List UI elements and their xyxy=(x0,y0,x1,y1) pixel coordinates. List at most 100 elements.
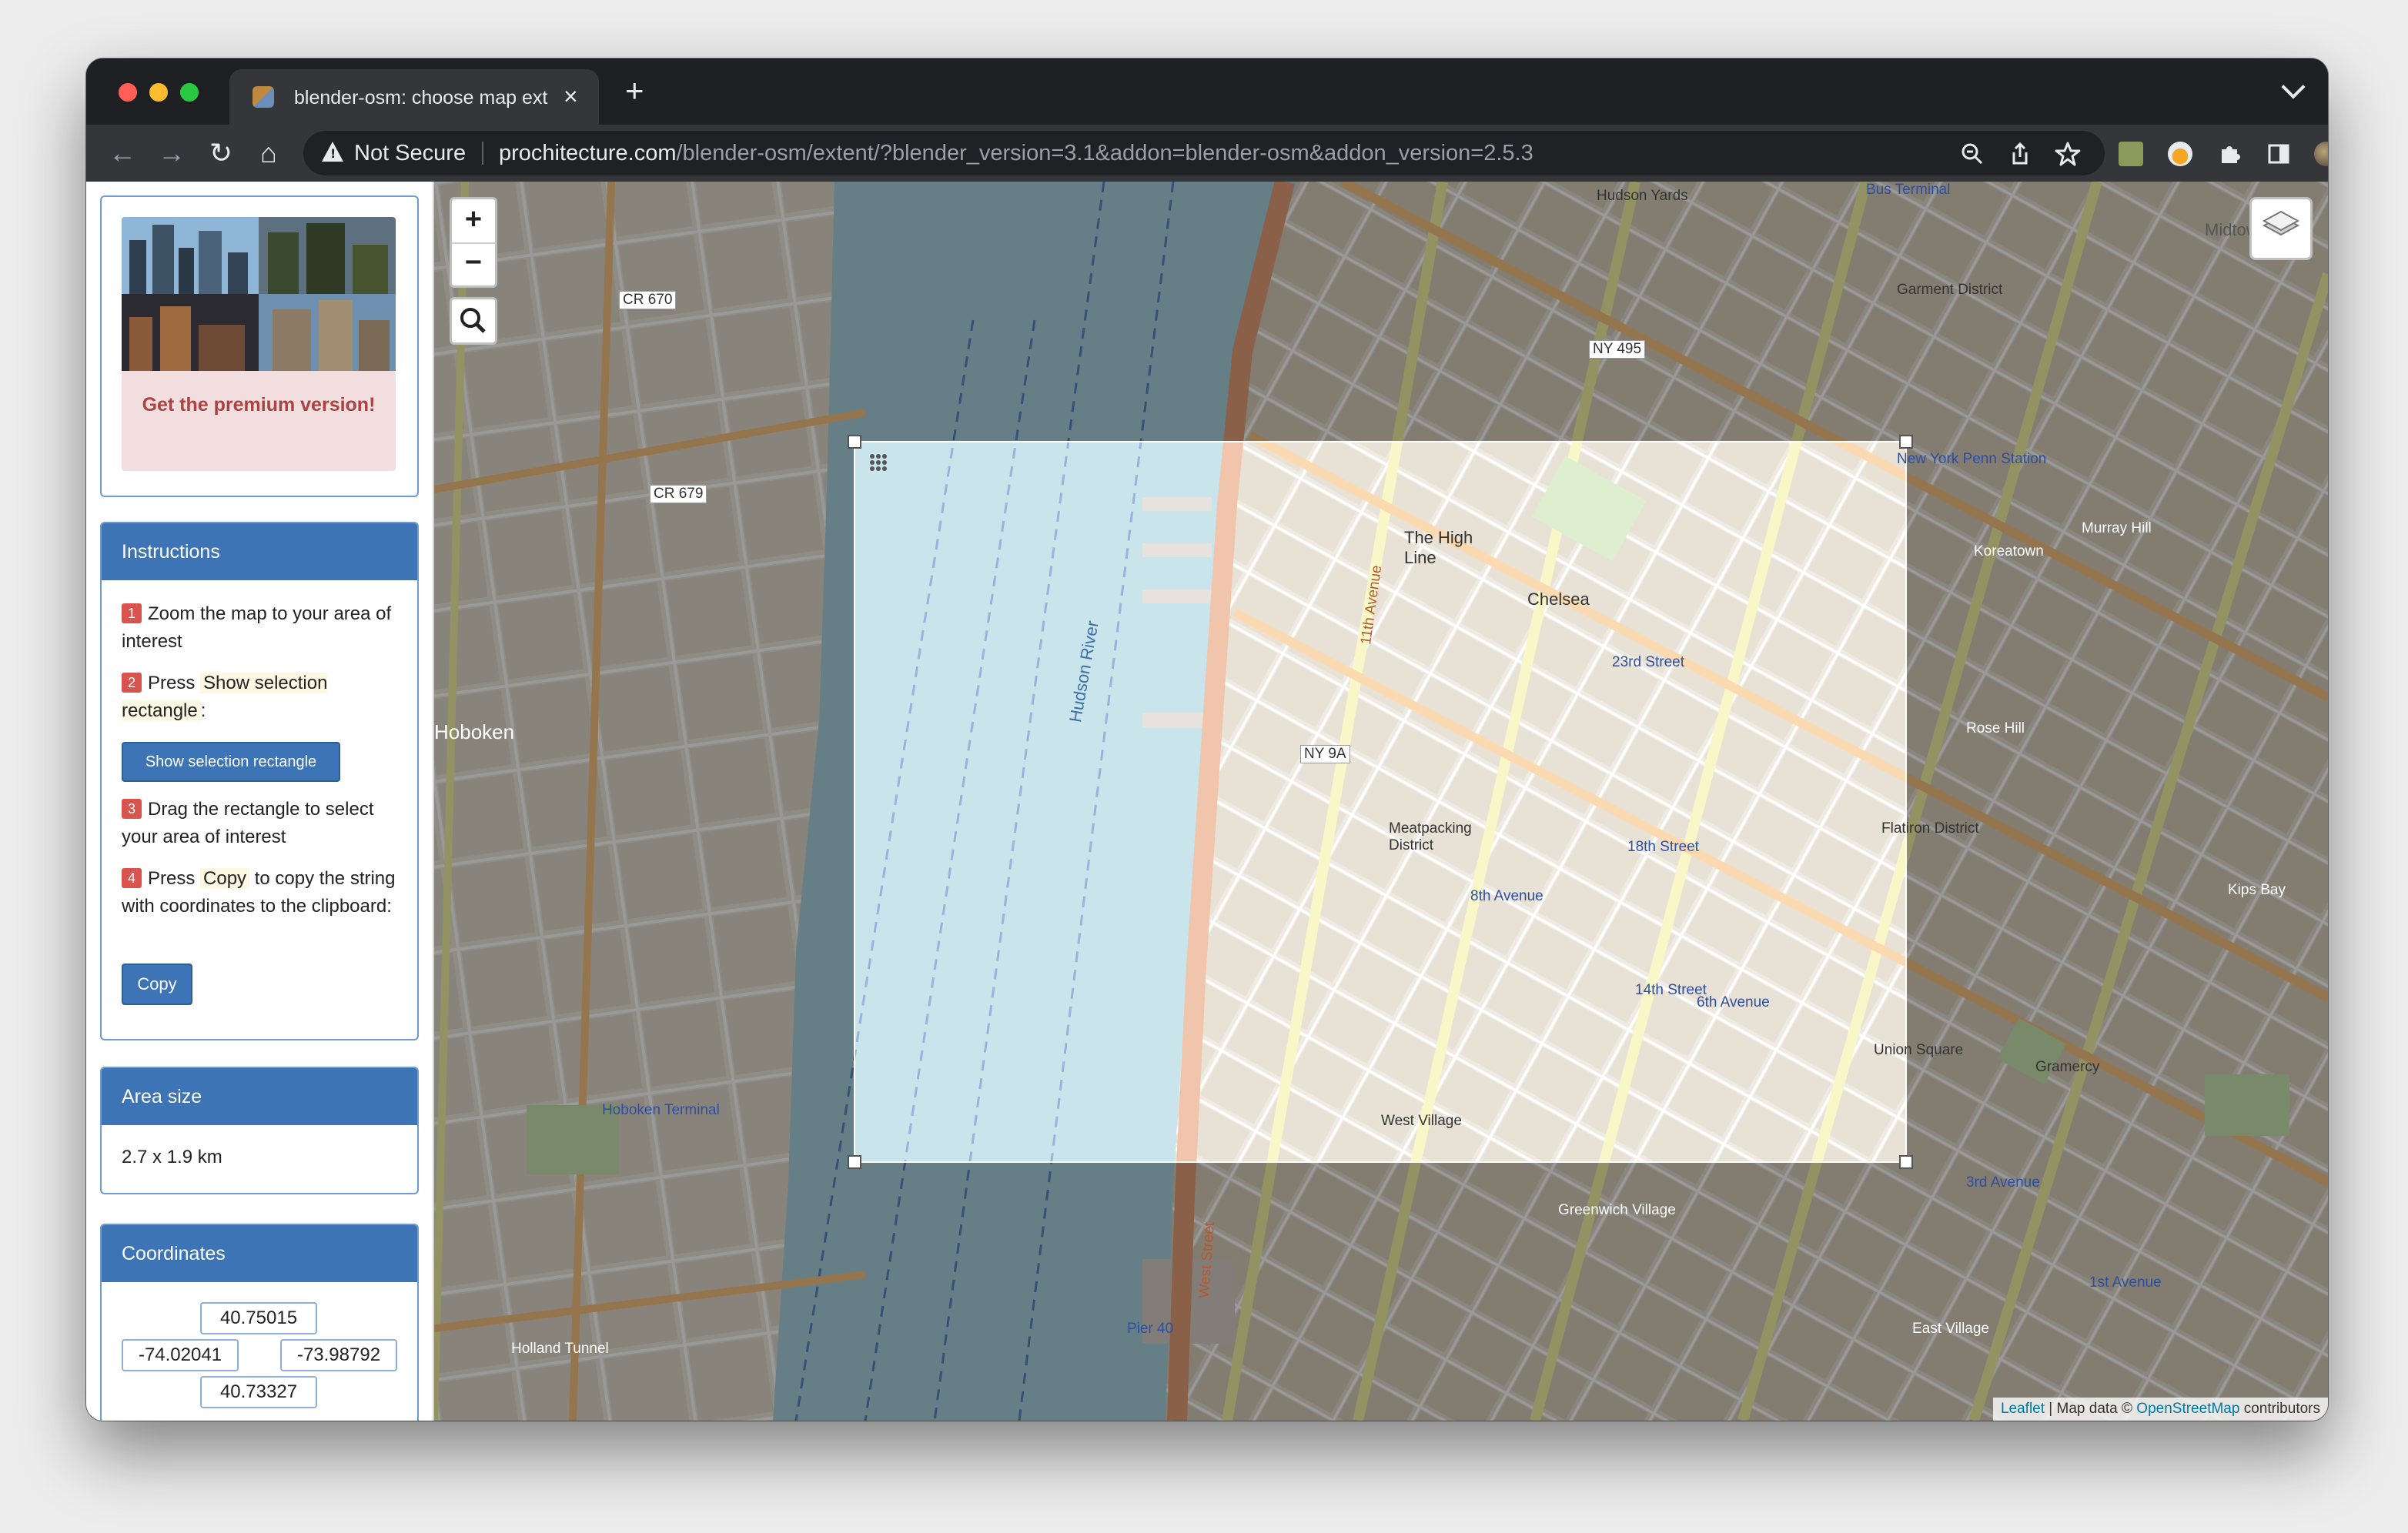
copy-button[interactable]: Copy xyxy=(122,964,192,1005)
attribution-suffix: contributors xyxy=(2243,1401,2320,1417)
map-label: Garment District xyxy=(1897,282,2003,298)
step-2: 2 Press Show selection rectangle: xyxy=(122,670,406,725)
map-label: Pier 40 xyxy=(1127,1321,1174,1337)
map-label: Kips Bay xyxy=(2228,882,2286,898)
area-size-header: Area size xyxy=(102,1068,417,1125)
search-icon xyxy=(460,308,486,333)
map-label: NY 495 xyxy=(1589,340,1646,359)
close-tab-icon[interactable]: × xyxy=(564,84,578,109)
bookmark-star-icon[interactable] xyxy=(2054,140,2082,168)
map-label: Holland Tunnel xyxy=(511,1341,609,1357)
area-size-value: 2.7 x 1.9 km xyxy=(122,1147,222,1167)
reload-icon[interactable]: ↻ xyxy=(202,134,240,172)
map-attribution: Leaflet | Map data © OpenStreetMap contr… xyxy=(1992,1398,2328,1421)
profile-avatar[interactable] xyxy=(2314,142,2328,166)
premium-promo-text: Get the premium version! xyxy=(142,394,376,416)
tab-strip: blender-osm: choose map extent × + xyxy=(86,58,2328,125)
attribution-text: | Map data © xyxy=(2048,1401,2133,1417)
map-label: Greenwich Village xyxy=(1558,1202,1676,1218)
url-host: prochitecture.com xyxy=(499,141,677,165)
maximize-window-button[interactable] xyxy=(180,83,199,102)
selection-rectangle[interactable] xyxy=(848,435,1913,1169)
map-label: New York Penn Station xyxy=(1897,451,2047,467)
extension-drop-icon[interactable] xyxy=(2168,142,2192,166)
step-number-badge: 4 xyxy=(122,868,142,888)
resize-handle-nw[interactable] xyxy=(848,435,861,449)
url-path: /blender-osm/extent/?blender_version=3.1… xyxy=(676,141,1533,165)
forward-arrow-icon[interactable]: → xyxy=(152,134,191,172)
browser-tab[interactable]: blender-osm: choose map extent × xyxy=(229,69,599,125)
move-grip-icon[interactable] xyxy=(868,453,888,473)
step-2-suffix: : xyxy=(200,700,206,721)
tab-search-chevron-icon[interactable] xyxy=(2281,75,2306,99)
instructions-panel: Instructions 1 Zoom the map to your area … xyxy=(100,522,419,1040)
warning-icon xyxy=(322,142,343,162)
step-1: 1 Zoom the map to your area of interest xyxy=(122,600,406,656)
page-content: Get the premium version! Instructions 1Z… xyxy=(86,182,2328,1421)
leaflet-link[interactable]: Leaflet xyxy=(2001,1401,2045,1417)
area-size-panel: Area size 2.7 x 1.9 km xyxy=(100,1067,419,1194)
map-label: Hoboken Terminal xyxy=(602,1102,720,1118)
map-label: Bus Terminal xyxy=(1866,182,1951,198)
favicon-icon xyxy=(253,86,274,108)
security-label: Not Secure xyxy=(354,141,467,165)
map[interactable]: Hudson Yards Bus Terminal Garment Distri… xyxy=(434,182,2328,1421)
layers-icon xyxy=(2262,210,2300,236)
promo-panel: Get the premium version! xyxy=(100,195,419,497)
zoom-in-button[interactable]: + xyxy=(452,199,495,244)
north-latitude-field[interactable]: 40.75015 xyxy=(200,1302,317,1334)
minimize-window-button[interactable] xyxy=(149,83,168,102)
layers-button[interactable] xyxy=(2249,197,2313,260)
step-4: 4 Press Copy to copy the string with coor… xyxy=(122,865,406,920)
extensions-puzzle-icon[interactable] xyxy=(2217,142,2242,166)
map-label: Rose Hill xyxy=(1966,720,2025,736)
sidebar: Get the premium version! Instructions 1Z… xyxy=(86,182,434,1421)
side-panel-icon[interactable] xyxy=(2266,142,2291,166)
promo-image-grid xyxy=(122,217,396,371)
home-icon[interactable]: ⌂ xyxy=(249,134,288,172)
zoom-control: + − xyxy=(450,197,497,288)
show-selection-rectangle-button[interactable]: Show selection rectangle xyxy=(122,742,340,782)
back-arrow-icon[interactable]: ← xyxy=(103,134,142,172)
share-icon[interactable] xyxy=(2006,140,2034,168)
west-longitude-field[interactable]: -74.02041 xyxy=(122,1339,239,1371)
coordinates-panel: Coordinates 40.75015 -74.02041 -73.98792… xyxy=(100,1224,419,1421)
step-3: 3 Drag the rectangle to select your area … xyxy=(122,796,406,851)
step-4-text: Press xyxy=(148,868,196,889)
openstreetmap-link[interactable]: OpenStreetMap xyxy=(2136,1401,2239,1417)
map-label: CR 670 xyxy=(619,291,677,309)
east-longitude-field[interactable]: -73.98792 xyxy=(280,1339,397,1371)
tab-title: blender-osm: choose map extent xyxy=(294,87,548,109)
step-number-badge: 3 xyxy=(122,799,142,819)
resize-handle-sw[interactable] xyxy=(848,1155,861,1169)
new-tab-button[interactable]: + xyxy=(625,75,644,107)
address-bar[interactable]: Not Secure prochitecture.com/blender-osm… xyxy=(303,131,2105,175)
step-number-badge: 1 xyxy=(122,603,142,623)
resize-handle-ne[interactable] xyxy=(1899,435,1913,449)
step-2-text: Press xyxy=(148,673,196,693)
step-3-text: Drag the rectangle to select your area o… xyxy=(122,799,374,847)
map-label: Gramercy xyxy=(2035,1059,2100,1075)
zoom-out-button[interactable]: − xyxy=(452,242,495,286)
instructions-header: Instructions xyxy=(102,523,417,580)
map-label: Hudson Yards xyxy=(1597,188,1688,204)
map-label: CR 679 xyxy=(650,485,707,503)
step-1-text: Zoom the map to your area of interest xyxy=(122,603,392,652)
coordinates-header: Coordinates xyxy=(102,1225,417,1282)
extension-monitor-icon[interactable] xyxy=(2119,142,2143,166)
map-label: 3rd Avenue xyxy=(1966,1174,2040,1191)
map-label: East Village xyxy=(1912,1321,1989,1337)
map-label: Koreatown xyxy=(1974,543,2044,559)
url-text[interactable]: prochitecture.com/blender-osm/extent/?bl… xyxy=(499,140,1533,166)
map-label: 1st Avenue xyxy=(2089,1274,2162,1291)
browser-toolbar: ← → ↻ ⌂ Not Secure prochitecture.com/ble… xyxy=(86,125,2328,182)
premium-promo[interactable]: Get the premium version! xyxy=(122,217,396,471)
zoom-magnifier-icon[interactable] xyxy=(1958,140,1986,168)
map-search-button[interactable] xyxy=(450,297,497,345)
close-window-button[interactable] xyxy=(119,83,137,102)
divider xyxy=(482,142,483,165)
step-number-badge: 2 xyxy=(122,673,142,693)
map-label: Murray Hill xyxy=(2082,520,2152,536)
resize-handle-se[interactable] xyxy=(1899,1155,1913,1169)
south-latitude-field[interactable]: 40.73327 xyxy=(200,1376,317,1408)
